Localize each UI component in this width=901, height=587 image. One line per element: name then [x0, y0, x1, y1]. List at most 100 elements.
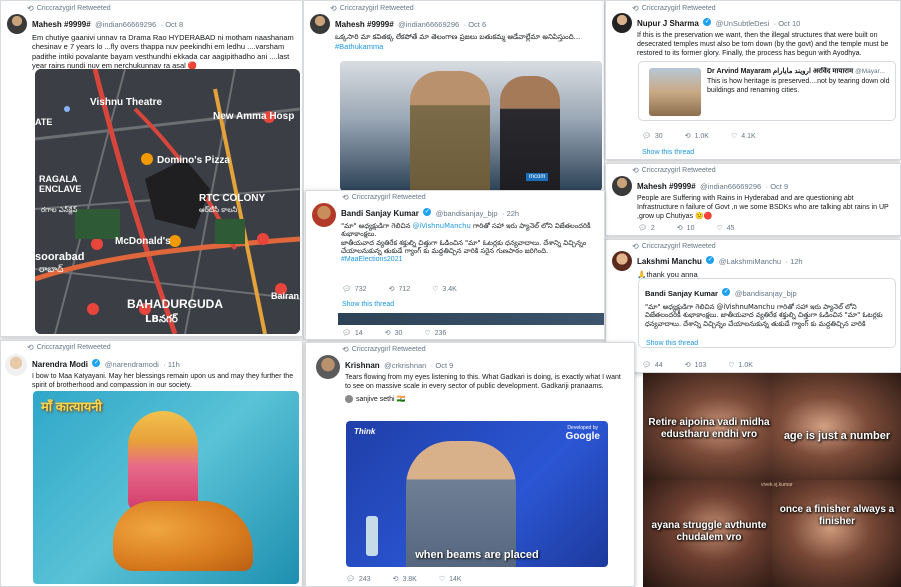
quoted-author-name[interactable]: Bandi Sanjay Kumar	[645, 289, 718, 298]
map-label: soorabad	[35, 251, 85, 263]
quoted-author-handle[interactable]: @Mayar...	[855, 68, 885, 75]
like-button[interactable]: ♡ 1.0K	[728, 361, 753, 370]
quoted-tweet[interactable]: Bandi Sanjay Kumar ✓ @bandisanjay_bjp "మ…	[638, 278, 896, 348]
retweet-indicator: ⟲ Criccrazygirl Retweeted	[632, 242, 716, 251]
like-button[interactable]: ♡ 236	[424, 329, 446, 338]
tweet-date[interactable]: · Oct 10	[774, 19, 801, 28]
like-button[interactable]: ♡ 3.4K	[432, 285, 457, 294]
retweet-button[interactable]: ⟲ 10	[676, 224, 695, 233]
retweet-indicator: ⟲ Criccrazygirl Retweeted	[342, 345, 426, 354]
tweet-map-image[interactable]: Vishnu Theatre New Amma Hosp Domino's Pi…	[35, 69, 300, 334]
mention-link[interactable]: @iVishnuManchu	[413, 222, 471, 230]
user-avatar-icon	[345, 394, 353, 403]
author-handle[interactable]: @indian66669296	[398, 20, 459, 29]
retweet-icon: ⟲	[27, 4, 34, 13]
avatar[interactable]	[7, 14, 27, 34]
reply-button[interactable]: 💬︎ 14	[342, 329, 363, 338]
reply-icon: 💬︎	[342, 330, 351, 337]
map-label: ఆర్‌టీసీ కాలనీ	[199, 206, 238, 214]
author-name[interactable]: Bandi Sanjay Kumar	[341, 209, 419, 218]
meme-watermark: vivek.vj.kumar	[761, 482, 793, 488]
tweet-card-mahesh-oct9[interactable]: ⟲ Criccrazygirl Retweeted Mahesh #9999# …	[605, 163, 901, 236]
map-label: New Amma Hosp	[213, 111, 295, 122]
tweet-date[interactable]: · 22h	[502, 209, 519, 218]
map-label: BAHADURGUDA	[127, 297, 223, 311]
retweet-indicator: ⟲ Criccrazygirl Retweeted	[342, 193, 426, 202]
retweet-button[interactable]: ⟲ 103	[685, 361, 707, 370]
tweet-card-lakshmi[interactable]: ⟲ Criccrazygirl Retweeted Lakshmi Manchu…	[605, 239, 901, 373]
tweet-date[interactable]: · 11h	[163, 360, 180, 369]
avatar[interactable]	[612, 251, 632, 271]
tagged-user[interactable]: sanjive sethi 🇮🇳	[345, 394, 628, 403]
tweet-card-mahesh-oct8[interactable]: ⟲ Criccrazygirl Retweeted Mahesh #9999# …	[0, 0, 303, 337]
like-button[interactable]: ♡ 14K	[439, 575, 462, 584]
author-handle[interactable]: @indian66669296	[700, 182, 761, 191]
show-thread-link[interactable]: Show this thread	[642, 149, 694, 156]
avatar[interactable]	[612, 176, 632, 196]
reply-button[interactable]: 💬︎ 2	[638, 224, 655, 233]
tweet-date[interactable]: · Oct 9	[766, 182, 789, 191]
map-label: Vishnu Theatre	[90, 97, 163, 108]
author-name[interactable]: Nupur J Sharma	[637, 19, 699, 28]
tweet-card-bandi-sanjay[interactable]: ⟲ Criccrazygirl Retweeted Bandi Sanjay K…	[305, 190, 605, 340]
reply-button[interactable]: 💬︎ 243	[346, 575, 371, 584]
show-thread-link[interactable]: Show this thread	[646, 340, 699, 347]
author-name[interactable]: Mahesh #9999#	[335, 20, 394, 29]
tweet-photo[interactable]: mcom	[340, 61, 602, 191]
quoted-text: "మా" అధ్యక్షుడిగా గెలిచిన @iVishnuManchu…	[645, 303, 883, 328]
author-handle[interactable]: @crkrishnan	[384, 361, 426, 370]
author-handle[interactable]: @narendramodi	[105, 360, 159, 369]
retweet-icon: ⟲	[392, 576, 399, 583]
retweet-button[interactable]: ⟲ 30	[385, 329, 403, 338]
quoted-tweet[interactable]: Dr Arvind Mayaram ارویند مایارام अरविंद …	[638, 61, 896, 121]
retweet-button[interactable]: ⟲ 712	[389, 285, 411, 294]
author-name[interactable]: Krishnan	[345, 361, 380, 370]
avatar[interactable]	[312, 203, 336, 227]
image-caption: माँ कात्यायनी	[41, 399, 102, 414]
avatar[interactable]	[5, 354, 27, 376]
show-thread-link[interactable]: Show this thread	[342, 301, 394, 308]
person-figure	[410, 71, 490, 191]
reply-button[interactable]: 💬︎ 30	[642, 132, 663, 141]
avatar[interactable]	[316, 355, 340, 379]
quoted-author-name[interactable]: Dr Arvind Mayaram ارویند مایارام अरविंद …	[707, 68, 853, 75]
author-name[interactable]: Mahesh #9999#	[32, 20, 91, 29]
hashtag-link[interactable]: #MaaElections2021	[341, 256, 598, 265]
tweet-text: Tears flowing from my eyes listening to …	[345, 374, 621, 390]
author-handle[interactable]: @bandisanjay_bjp	[436, 209, 498, 218]
author-handle[interactable]: @indian66669296	[95, 20, 156, 29]
tweet-photo[interactable]: माँ कात्यायनी	[33, 391, 299, 584]
author-handle[interactable]: @UnSubtleDesi	[716, 19, 769, 28]
author-handle[interactable]: @LakshmiManchu	[719, 257, 781, 266]
tweet-text: జాతీయవాద వ్యతిరేక శక్తుల్ని చిత్తుగా ఓడి…	[341, 238, 587, 256]
map-label: Domino's Pizza	[157, 155, 230, 166]
meme-image[interactable]: Retire aipoina vadi midha edustharu endh…	[643, 373, 901, 587]
like-button[interactable]: ♡ 45	[716, 224, 734, 233]
hashtag-link[interactable]: #Bathukamma	[335, 42, 580, 51]
avatar[interactable]	[310, 14, 330, 34]
retweet-button[interactable]: ⟲ 1.0K	[685, 132, 709, 141]
reply-button[interactable]: 💬︎ 732	[342, 285, 367, 294]
tweet-date[interactable]: · 12h	[786, 257, 803, 266]
tweet-date[interactable]: · Oct 6	[464, 20, 487, 29]
author-name[interactable]: Mahesh #9999#	[637, 182, 696, 191]
like-button[interactable]: ♡ 4.1K	[731, 132, 756, 141]
reply-button[interactable]: 💬︎ 44	[642, 361, 663, 370]
map-label: రాబాద్	[39, 265, 64, 275]
quoted-author-handle[interactable]: @bandisanjay_bjp	[735, 289, 797, 298]
retweet-button[interactable]: ⟲ 3.8K	[392, 575, 417, 584]
tweet-date[interactable]: · Oct 8	[161, 20, 184, 29]
reply-icon: 💬︎	[342, 286, 351, 293]
author-name[interactable]: Narendra Modi	[32, 360, 88, 369]
tweet-video[interactable]: Think Developed by Google when beams are…	[346, 421, 608, 567]
retweet-indicator: ⟲ Criccrazygirl Retweeted	[632, 166, 716, 175]
author-name[interactable]: Lakshmi Manchu	[637, 257, 702, 266]
retweet-icon: ⟲	[676, 225, 683, 232]
tweet-card-nupur[interactable]: ⟲ Criccrazygirl Retweeted Nupur J Sharma…	[605, 0, 901, 160]
avatar[interactable]	[612, 13, 632, 33]
tweet-card-modi[interactable]: ⟲ Criccrazygirl Retweeted Narendra Modi …	[0, 340, 303, 587]
heart-icon: ♡	[716, 225, 723, 232]
verified-badge-icon: ✓	[722, 287, 731, 296]
tweet-date[interactable]: · Oct 9	[431, 361, 454, 370]
tweet-card-krishnan[interactable]: ⟲ Criccrazygirl Retweeted Krishnan @crkr…	[305, 342, 635, 587]
